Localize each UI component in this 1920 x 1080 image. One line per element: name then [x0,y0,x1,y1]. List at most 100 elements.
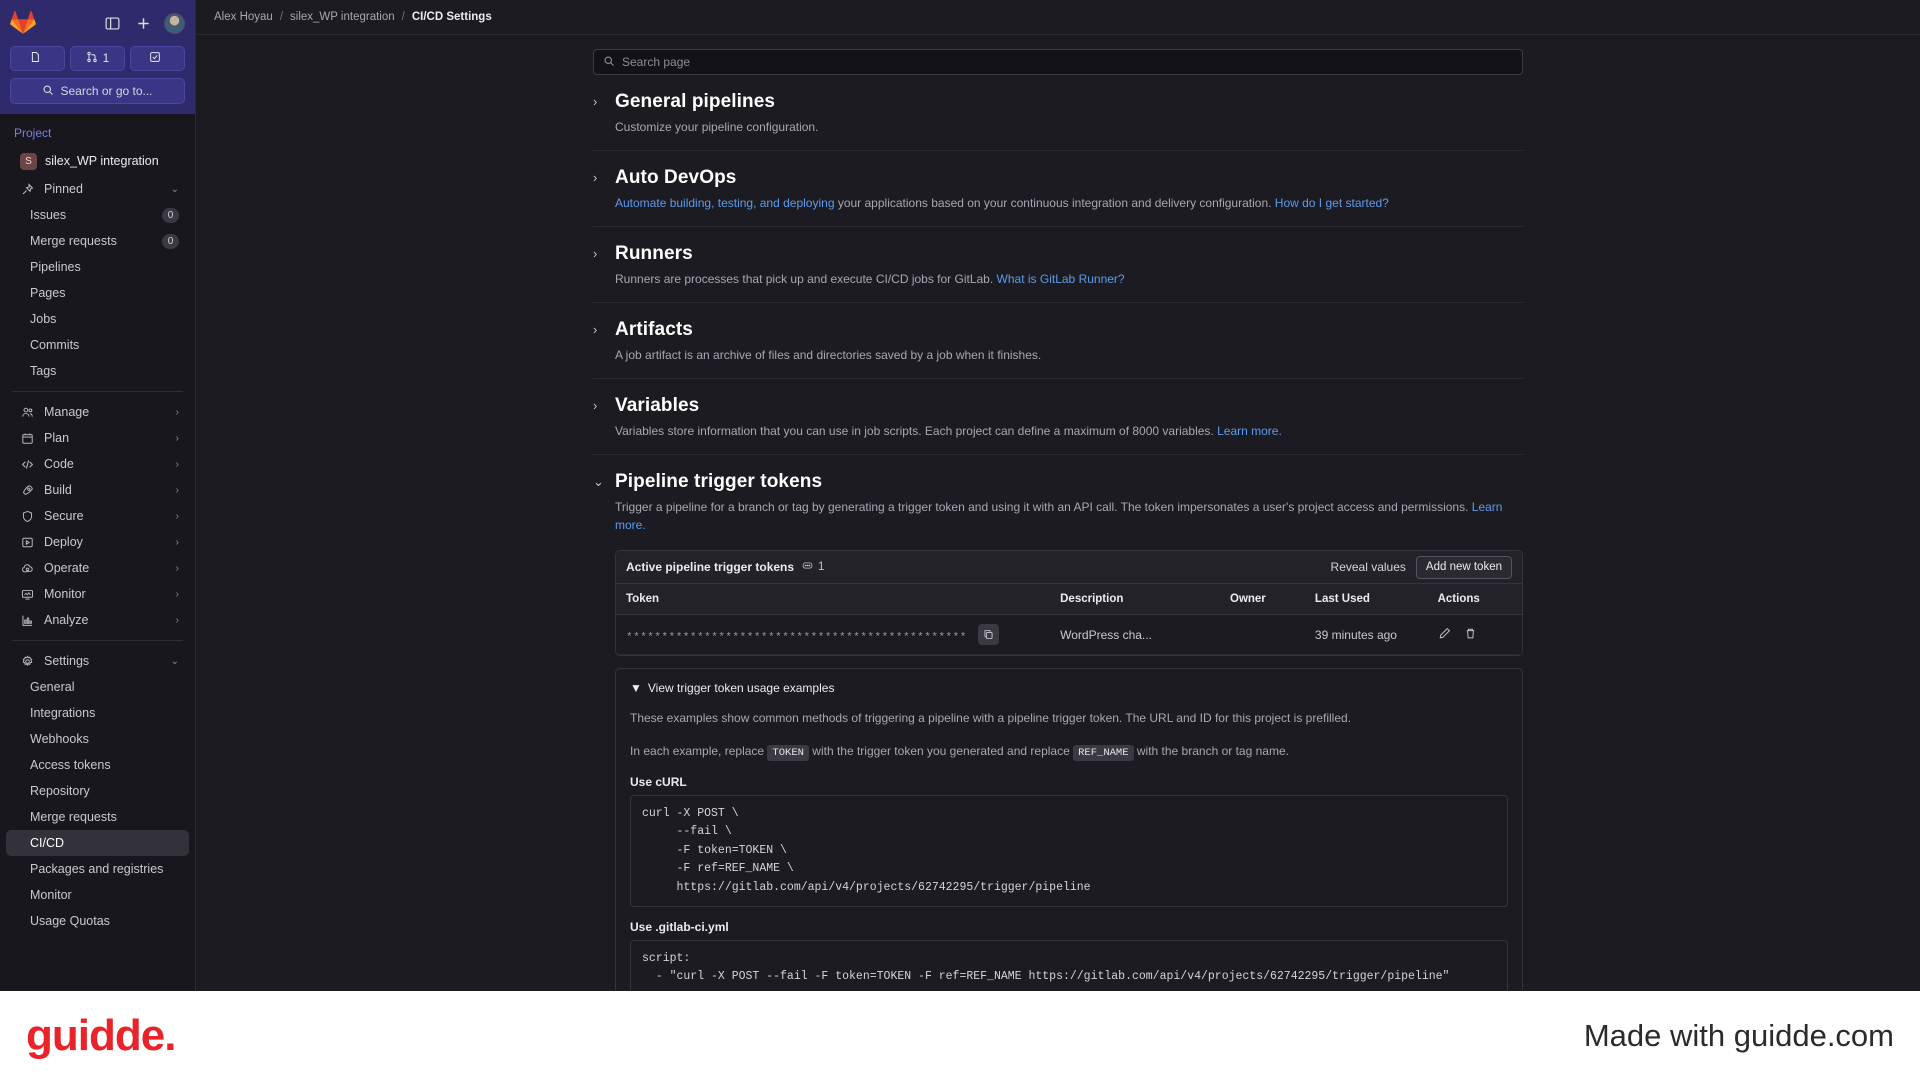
sidebar-item-jobs[interactable]: Jobs [6,306,189,332]
sidebar-item-build[interactable]: Build › [6,477,189,503]
add-new-token-button[interactable]: Add new token [1415,555,1512,579]
view-usage-examples-toggle[interactable]: ▼ View trigger token usage examples [630,681,1508,695]
gear-icon [20,654,35,669]
calendar-icon [20,431,35,446]
sidebar-item-pages-label: Pages [30,286,66,300]
variables-link-learn-more[interactable]: Learn more. [1217,424,1282,438]
gitlab-logo-icon[interactable] [10,10,36,36]
examples-p2-mid: with the trigger token you generated and… [808,744,1074,759]
chart-icon [20,613,35,628]
sidebar-item-integrations[interactable]: Integrations [6,700,189,726]
auto-devops-link-getstarted[interactable]: How do I get started? [1275,196,1389,210]
section-pipeline-trigger-tokens-header[interactable]: ⌄ Pipeline trigger tokens [593,471,1523,493]
sidebar-item-pages[interactable]: Pages [6,280,189,306]
cell-token: ****************************************… [616,614,1051,655]
delete-icon[interactable] [1464,627,1477,643]
sidebar-item-analyze-label: Analyze [44,613,89,627]
sidebar-pill-todos[interactable] [130,46,185,71]
chevron-right-icon: › [175,484,179,496]
section-runners-header[interactable]: › Runners [593,243,1523,265]
sidebar-item-access-tokens-label: Access tokens [30,758,111,772]
examples-p2-post: with the branch or tag name. [1133,744,1289,759]
examples-kbd-ref-name: REF_NAME [1073,745,1134,762]
sidebar-item-settings-merge-requests[interactable]: Merge requests [6,804,189,830]
sidebar-item-pinned[interactable]: Pinned ⌄ [6,176,189,202]
chevron-right-icon: › [593,170,598,185]
section-runners-desc: Runners are processes that pick up and e… [615,270,1523,288]
sidebar-item-manage[interactable]: Manage › [6,399,189,425]
trigger-tokens-table-head: Token Description Owner Last Used Action… [616,584,1522,615]
sidebar-item-pipelines[interactable]: Pipelines [6,254,189,280]
token-card-actions: Reveal values Add new token [1331,555,1512,579]
breadcrumb-user[interactable]: Alex Hoyau [214,11,273,23]
new-item-plus-icon[interactable] [133,13,153,33]
sidebar-item-analyze[interactable]: Analyze › [6,607,189,633]
curl-code-block[interactable]: curl -X POST \ --fail \ -F token=TOKEN \… [630,794,1508,907]
runners-desc-text: Runners are processes that pick up and e… [615,272,997,286]
code-icon [20,457,35,472]
section-artifacts-header[interactable]: › Artifacts [593,319,1523,341]
todo-check-icon [149,51,161,66]
section-runners-title: Runners [615,243,693,264]
breadcrumb-project[interactable]: silex_WP integration [290,11,395,23]
sidebar-search-button[interactable]: Search or go to... [10,78,185,104]
trigger-tokens-table-body: ****************************************… [616,614,1522,655]
copy-token-icon[interactable] [978,624,1000,645]
sidebar-item-operate[interactable]: Operate › [6,555,189,581]
runners-link-what-is[interactable]: What is GitLab Runner? [997,272,1125,286]
section-general-pipelines-header[interactable]: › General pipelines [593,91,1523,113]
sidebar-item-cicd[interactable]: CI/CD [6,830,189,856]
guidde-footer: guidde. Made with guidde.com [0,991,1920,1080]
auto-devops-desc-mid: your applications based on your continuo… [834,196,1275,210]
section-variables-header[interactable]: › Variables [593,395,1523,417]
cell-description: WordPress cha... [1050,614,1220,655]
sidebar-item-settings-monitor[interactable]: Monitor [6,882,189,908]
search-page-field[interactable]: Search page [593,49,1523,75]
sidebar-pill-issues[interactable] [10,46,65,71]
sidebar-item-code[interactable]: Code › [6,451,189,477]
sidebar-item-plan[interactable]: Plan › [6,425,189,451]
chevron-right-icon: › [175,406,179,418]
sidebar-item-settings-merge-requests-label: Merge requests [30,810,117,824]
sidebar-item-access-tokens[interactable]: Access tokens [6,752,189,778]
chevron-right-icon: › [593,322,598,337]
section-auto-devops-header[interactable]: › Auto DevOps [593,167,1523,189]
section-variables-desc: Variables store information that you can… [615,422,1523,440]
section-variables-title: Variables [615,395,700,416]
sidebar-item-settings[interactable]: Settings ⌄ [6,648,189,674]
chevron-right-icon: › [175,458,179,470]
sidebar-item-monitor[interactable]: Monitor › [6,581,189,607]
sidebar-item-commits[interactable]: Commits [6,332,189,358]
sidebar-item-usage-quotas[interactable]: Usage Quotas [6,908,189,934]
auto-devops-link-automate[interactable]: Automate building, testing, and deployin… [615,196,835,210]
sidebar-item-secure[interactable]: Secure › [6,503,189,529]
shield-icon [20,509,35,524]
user-avatar[interactable] [164,12,185,34]
section-pipeline-trigger-tokens: ⌄ Pipeline trigger tokens Trigger a pipe… [593,455,1523,991]
sidebar-project[interactable]: S silex_WP integration [6,146,189,176]
section-runners: › Runners Runners are processes that pic… [593,227,1523,303]
sidebar-item-tags-label: Tags [30,364,57,378]
gitlab-ci-yml-code-block[interactable]: script: - "curl -X POST --fail -F token=… [630,939,1508,991]
sidebar-item-issues[interactable]: Issues 0 [6,202,189,228]
sidebar-pill-merge-requests[interactable]: 1 [70,46,125,71]
reveal-values-button[interactable]: Reveal values [1331,560,1406,574]
sidebar-header-actions [102,12,185,34]
sidebar-item-webhooks[interactable]: Webhooks [6,726,189,752]
sidebar-item-merge-requests[interactable]: Merge requests 0 [6,228,189,254]
examples-paragraph-1: These examples show common methods of tr… [630,711,1352,725]
breadcrumb-separator: / [279,11,284,23]
sidebar-item-commits-label: Commits [30,338,80,352]
edit-icon[interactable] [1438,627,1451,643]
toggle-sidebar-icon[interactable] [102,13,122,33]
sidebar-item-general[interactable]: General [6,674,189,700]
section-auto-devops: › Auto DevOps Automate building, testing… [593,151,1523,227]
chevron-right-icon: › [593,246,598,261]
guidde-logo: guidde. [26,1010,176,1060]
sidebar-item-operate-label: Operate [44,561,90,575]
sidebar-item-deploy[interactable]: Deploy › [6,529,189,555]
sidebar-divider-2 [12,640,183,641]
sidebar-item-packages-registries[interactable]: Packages and registries [6,856,189,882]
sidebar-item-repository[interactable]: Repository [6,778,189,804]
sidebar-item-tags[interactable]: Tags [6,358,189,384]
